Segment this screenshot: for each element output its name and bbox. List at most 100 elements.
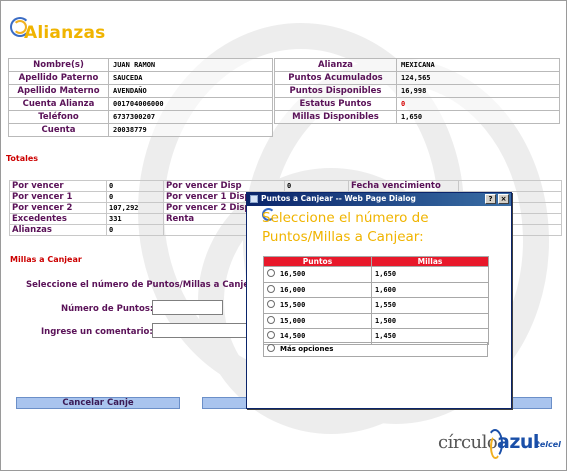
more-options-label: Más opciones <box>280 345 334 353</box>
totals-value: 0 <box>284 180 349 192</box>
table-row: Puntos Disponibles 16,998 <box>274 84 560 98</box>
points-option[interactable]: 16,000 <box>263 281 372 298</box>
status-value: 0 <box>396 97 560 111</box>
summary-label: Estatus Puntos <box>274 97 397 111</box>
comment-input[interactable] <box>152 323 250 338</box>
table-row[interactable]: 15,000 1,500 <box>263 312 489 329</box>
page-title: Alianzas <box>24 23 106 43</box>
logo-text-azul: azul <box>497 431 539 453</box>
col-header-points: Puntos <box>263 256 372 267</box>
miles-value: 1,600 <box>371 281 489 298</box>
radio-button[interactable] <box>267 344 275 352</box>
dialog-heading: Seleccione el número de Puntos/Millas a … <box>262 210 429 245</box>
table-row: Apellido Paterno SAUCEDA <box>8 71 273 85</box>
miles-value: 1,650 <box>371 266 489 283</box>
table-row: Puntos Acumulados 124,565 <box>274 71 560 85</box>
dialog-titlebar[interactable]: Puntos a Canjear -- Web Page Dialog ? × <box>247 193 511 206</box>
miles-value: 1,550 <box>371 297 489 314</box>
radio-button[interactable] <box>267 284 275 293</box>
totals-label: Fecha vencimiento <box>348 180 459 192</box>
profile-value: SAUCEDA <box>108 71 273 85</box>
totals-label: Por vencer 1 <box>9 191 107 203</box>
logo-text-telcel: telcel <box>536 440 561 449</box>
table-row: Teléfono 6737300207 <box>8 110 273 124</box>
totals-value: 107,292 <box>106 202 164 214</box>
table-header-row: Puntos Millas <box>263 256 489 267</box>
table-row: Cuenta 20038779 <box>8 123 273 137</box>
table-row: Cuenta Alianza 001704006000 <box>8 97 273 111</box>
points-input[interactable] <box>152 300 223 315</box>
totals-label: Excedentes <box>9 213 107 225</box>
profile-label: Nombre(s) <box>8 58 109 72</box>
profile-value: 20038779 <box>108 123 273 137</box>
points-option[interactable]: 15,000 <box>263 312 372 329</box>
comment-label: Ingrese un comentario: <box>41 327 153 337</box>
summary-table: Alianza MEXICANA Puntos Acumulados 124,5… <box>274 58 560 124</box>
profile-value: 6737300207 <box>108 110 273 124</box>
canje-title: Millas a Canjear <box>10 255 82 264</box>
profile-label: Apellido Paterno <box>8 71 109 85</box>
totals-label: Por vencer <box>9 180 107 192</box>
alianzas-logo: Alianzas <box>10 11 105 47</box>
table-row: Apellido Materno AVENDAÑO <box>8 84 273 98</box>
totals-label: Por vencer 2 <box>9 202 107 214</box>
radio-button[interactable] <box>267 331 275 340</box>
circulo-azul-logo: círculo azul telcel <box>438 429 564 461</box>
profile-label: Teléfono <box>8 110 109 124</box>
puntos-dialog: Puntos a Canjear -- Web Page Dialog ? × … <box>246 192 512 409</box>
miles-value: 1,500 <box>371 312 489 329</box>
summary-label: Millas Disponibles <box>274 110 397 124</box>
confirm-canje-button[interactable] <box>202 397 248 409</box>
summary-value: 1,650 <box>396 110 560 124</box>
points-value: 14,500 <box>280 332 306 341</box>
canje-prompt: Seleccione el número de Puntos/Millas a … <box>26 280 263 290</box>
radio-button[interactable] <box>267 300 275 309</box>
summary-value: 16,998 <box>396 84 560 98</box>
help-button[interactable]: ? <box>485 194 496 204</box>
points-value: 16,000 <box>280 285 306 294</box>
points-option[interactable]: 15,500 <box>263 297 372 314</box>
dialog-title: Puntos a Canjear -- Web Page Dialog <box>261 194 416 203</box>
profile-value: AVENDAÑO <box>108 84 273 98</box>
summary-label: Puntos Acumulados <box>274 71 397 85</box>
points-value: 15,000 <box>280 316 306 325</box>
table-row: Nombre(s) JUAN RAMON <box>8 58 273 72</box>
secondary-action-button[interactable] <box>511 397 552 409</box>
totals-value: 331 <box>106 213 164 225</box>
totals-value: 0 <box>106 191 164 203</box>
profile-value: JUAN RAMON <box>108 58 273 72</box>
totals-value: 0 <box>106 224 164 236</box>
table-row: Millas Disponibles 1,650 <box>274 110 560 124</box>
profile-label: Apellido Materno <box>8 84 109 98</box>
col-header-miles: Millas <box>371 256 489 267</box>
table-row[interactable]: 16,000 1,600 <box>263 281 489 298</box>
points-value: 16,500 <box>280 270 306 279</box>
summary-value: 124,565 <box>396 71 560 85</box>
more-options-option[interactable]: Más opciones <box>263 342 488 357</box>
totals-label: Por vencer Disp <box>163 180 285 192</box>
summary-label: Puntos Disponibles <box>274 84 397 98</box>
close-button[interactable]: × <box>498 194 509 204</box>
table-row[interactable]: 16,500 1,650 <box>263 266 489 283</box>
profile-table: Nombre(s) JUAN RAMON Apellido Paterno SA… <box>8 58 273 137</box>
points-label: Número de Puntos: <box>61 304 154 314</box>
summary-label: Alianza <box>274 58 397 72</box>
profile-label: Cuenta <box>8 123 109 137</box>
window-icon <box>250 195 258 203</box>
table-row: Estatus Puntos 0 <box>274 97 560 111</box>
points-options-table: Puntos Millas 16,500 1,650 16,000 1,600 … <box>263 256 489 345</box>
summary-value: MEXICANA <box>396 58 560 72</box>
profile-label: Cuenta Alianza <box>8 97 109 111</box>
points-option[interactable]: 16,500 <box>263 266 372 283</box>
totals-value: 0 <box>106 180 164 192</box>
radio-button[interactable] <box>267 315 275 324</box>
totals-title: Totales <box>6 154 39 163</box>
cancel-canje-button[interactable]: Cancelar Canje <box>16 397 180 409</box>
profile-value: 001704006000 <box>108 97 273 111</box>
table-row: Por vencer 0 Por vencer Disp 0 Fecha ven… <box>9 180 562 192</box>
points-value: 15,500 <box>280 301 306 310</box>
table-row: Alianza MEXICANA <box>274 58 560 72</box>
radio-button[interactable] <box>267 269 275 278</box>
totals-value <box>458 180 562 192</box>
table-row[interactable]: 15,500 1,550 <box>263 297 489 314</box>
